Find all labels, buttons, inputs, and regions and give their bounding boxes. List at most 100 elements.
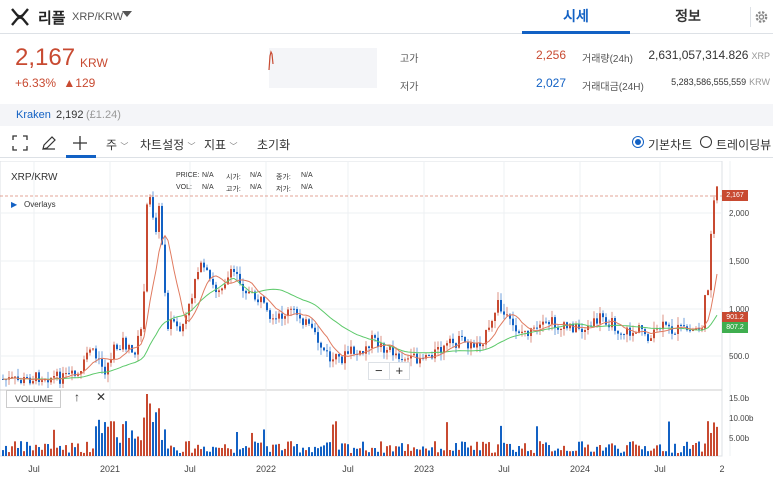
amount-24h: 5,283,586,555,559 KRW xyxy=(640,77,770,87)
volume-bar xyxy=(131,430,133,456)
fullscreen-icon[interactable] xyxy=(11,134,29,152)
candle-body xyxy=(506,314,508,316)
volume-bar xyxy=(17,447,19,456)
candle-body xyxy=(683,325,685,327)
volume-bar xyxy=(572,451,574,456)
candle-body xyxy=(38,372,40,382)
candle-body xyxy=(491,320,493,328)
price-tick-label: 2,000 xyxy=(729,209,750,218)
volume-bar xyxy=(149,403,151,456)
candle-body xyxy=(467,342,469,349)
active-tool-indicator xyxy=(66,155,96,158)
candle-body xyxy=(500,299,502,312)
zoom-in-button[interactable]: + xyxy=(390,363,410,379)
volume-bar xyxy=(89,452,91,456)
candle-body xyxy=(533,327,535,329)
candle-body xyxy=(14,376,16,378)
candle-body xyxy=(32,381,34,384)
candle-body xyxy=(428,355,430,357)
pencil-draw-icon[interactable] xyxy=(40,134,58,152)
volume-bar xyxy=(50,448,52,456)
overlays-toggle[interactable]: Overlays xyxy=(24,200,56,209)
tradingview-radio[interactable] xyxy=(700,136,712,148)
volume-bar xyxy=(389,445,391,456)
volume-bar xyxy=(134,438,136,456)
reset-button[interactable]: 초기화 xyxy=(257,136,290,153)
zoom-out-button[interactable]: − xyxy=(369,363,390,379)
indicators-dropdown[interactable]: 지표 ﹀ xyxy=(204,136,237,153)
volume-bar xyxy=(110,421,112,456)
volume-bar xyxy=(386,446,388,456)
period-dropdown[interactable]: 주 ﹀ xyxy=(106,136,128,153)
volume-bars xyxy=(2,394,718,456)
volume-bar xyxy=(491,452,493,456)
candle-body xyxy=(521,331,523,333)
volume-bar xyxy=(41,449,43,456)
volume-bar xyxy=(206,451,208,456)
candle-body xyxy=(65,373,67,375)
volume-bar xyxy=(239,449,241,456)
chart-settings-dropdown[interactable]: 차트설정 ﹀ xyxy=(140,136,196,153)
crosshair-icon[interactable] xyxy=(71,134,89,152)
upbit-quote-screen: 리플 XRP/KRW 시세 정보 2,167 KRW +6.33% ▲129 고… xyxy=(0,0,773,486)
gear-icon[interactable] xyxy=(750,7,770,27)
volume-bar xyxy=(713,422,715,456)
volume-bar xyxy=(143,417,145,456)
volume-bar xyxy=(122,424,124,456)
candle-body xyxy=(647,334,649,341)
candle-body xyxy=(707,290,709,296)
volume-bar xyxy=(668,421,670,456)
candle-body xyxy=(401,359,403,361)
volume-bar xyxy=(161,439,163,456)
volume-bar xyxy=(707,421,709,456)
candle-body xyxy=(335,354,337,360)
volume-bar xyxy=(554,450,556,456)
basic-chart-radio[interactable] xyxy=(632,136,644,148)
candle-body xyxy=(176,321,178,327)
candle-body xyxy=(614,317,616,331)
volume-bar xyxy=(689,448,691,456)
price-tick-label: 500.0 xyxy=(729,352,750,361)
volume-bar xyxy=(338,449,340,456)
volume-bar xyxy=(194,448,196,456)
candle-body xyxy=(104,366,106,375)
volume-bar xyxy=(113,421,115,456)
volume-bar xyxy=(401,443,403,456)
volume-bar xyxy=(413,447,415,456)
volume-bar xyxy=(536,426,538,456)
exchange-name[interactable]: Kraken xyxy=(16,109,51,121)
volume-bar xyxy=(368,452,370,456)
chart-canvas[interactable]: 2,0001,5001,000500.015.0b10.00b5.00bJul 2… xyxy=(0,160,773,486)
candle-body xyxy=(140,329,142,336)
volume-bar xyxy=(191,452,193,456)
volume-bar xyxy=(629,441,631,456)
candle-body xyxy=(305,319,307,325)
candle-body xyxy=(551,317,553,325)
tab-info[interactable]: 정보 xyxy=(634,0,742,34)
volume-bar xyxy=(569,451,571,456)
move-up-arrow-icon[interactable]: ↑ xyxy=(74,390,80,404)
volume-bar xyxy=(77,443,79,456)
volume-bar xyxy=(218,447,220,456)
chart-toolbar: 주 ﹀ 차트설정 ﹀ 지표 ﹀ 초기화 기본차트 트레이딩뷰 xyxy=(0,128,773,158)
overlays-triangle-icon[interactable]: ▶ xyxy=(11,200,17,209)
info-close-label: 종가: xyxy=(276,174,291,181)
candle-body xyxy=(143,291,145,330)
candle-body xyxy=(83,359,85,371)
low-value: 2,027 xyxy=(535,76,566,90)
up-arrow-icon: ▲ xyxy=(63,76,76,90)
close-icon[interactable]: ✕ xyxy=(96,390,106,404)
info-price-label: PRICE: xyxy=(176,172,200,179)
volume-bar xyxy=(551,451,553,456)
candle-body xyxy=(200,262,202,273)
candle-body xyxy=(263,296,265,303)
candle-body xyxy=(320,342,322,348)
volume-bar xyxy=(494,452,496,456)
coin-select-caret-icon[interactable] xyxy=(122,11,132,17)
price-chart[interactable]: 2,000 1,500 1,000 500.0 15.0b 10.00b 5.00b Jul 2… xyxy=(0,160,773,486)
volume-bar xyxy=(293,446,295,456)
candle-body xyxy=(245,290,247,294)
tab-quote[interactable]: 시세 xyxy=(522,0,630,34)
volume-bar xyxy=(485,443,487,456)
price-unit: KRW xyxy=(80,56,108,70)
